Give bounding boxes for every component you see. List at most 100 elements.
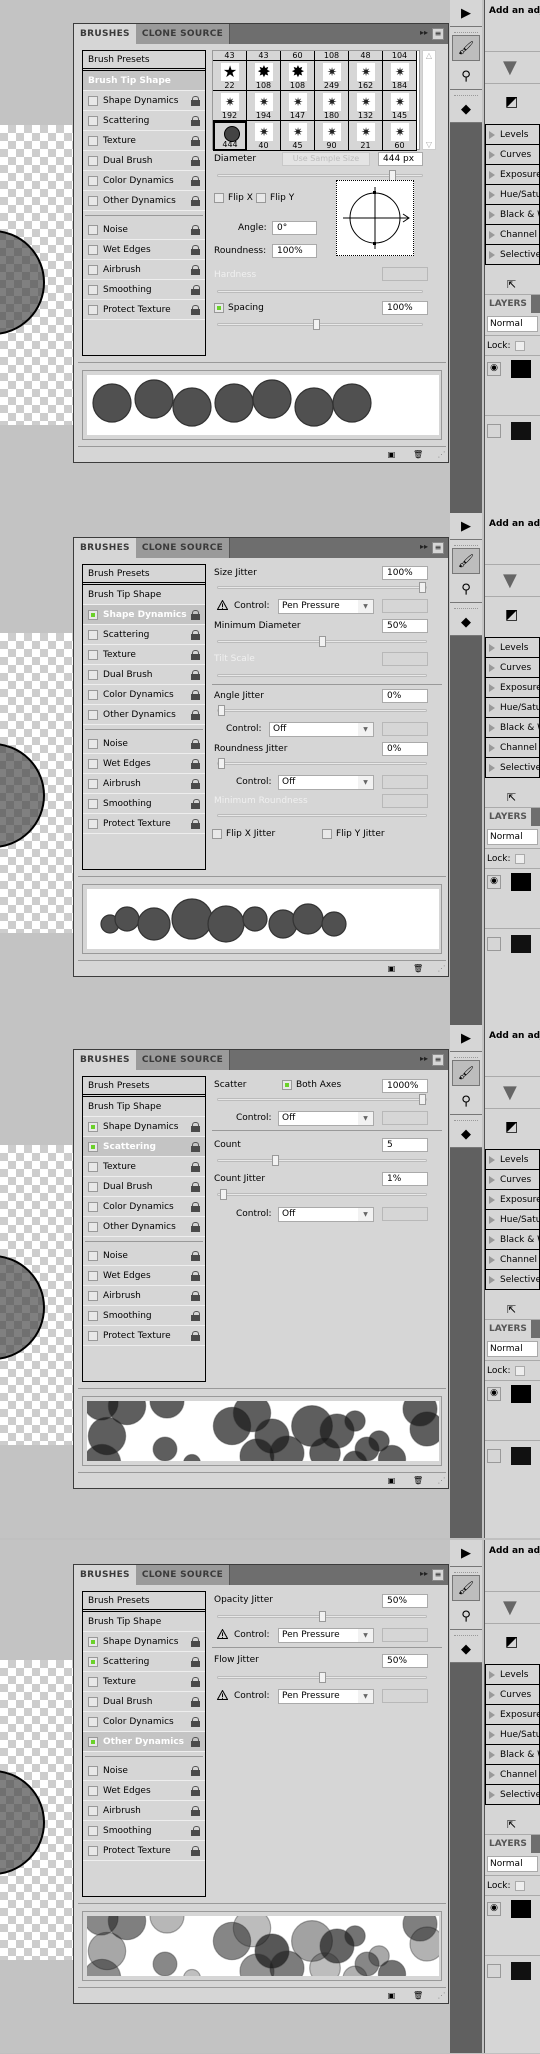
expand-triangle-icon[interactable] <box>489 170 495 179</box>
roundness-jitter-slider-thumb[interactable] <box>218 758 225 769</box>
return-icon[interactable]: ⇱ <box>485 1290 540 1320</box>
gradient-icon[interactable]: ▼ <box>485 1592 540 1624</box>
roundness-input[interactable]: 100% <box>272 244 317 258</box>
scatter-slider-thumb[interactable] <box>419 1094 426 1105</box>
layer-row[interactable] <box>485 1955 540 1995</box>
return-icon[interactable]: ⇱ <box>485 265 540 295</box>
option-dual-brush[interactable]: Dual Brush <box>83 1692 205 1712</box>
angle-jitter-slider[interactable] <box>217 705 427 716</box>
brush-tip-cell[interactable]: ✷ 60 <box>383 121 417 151</box>
option-checkbox[interactable] <box>88 1201 98 1212</box>
layer-row[interactable]: ◉ <box>485 1895 540 1955</box>
expand-triangle-icon[interactable] <box>489 150 495 159</box>
option-brush-tip-shape[interactable]: Brush Tip Shape <box>83 585 205 605</box>
resize-grip-icon[interactable]: ⋰ <box>437 450 446 460</box>
tab-layers[interactable]: LAYERS <box>485 808 531 826</box>
brush-tip-cell[interactable]: ★ 22 <box>213 61 247 91</box>
adjustment-item[interactable]: Channel Mixer <box>485 738 540 758</box>
lock-open-icon[interactable] <box>191 1271 200 1281</box>
option-checkbox[interactable] <box>88 1221 98 1232</box>
lock-closed-icon[interactable] <box>191 1826 200 1836</box>
resize-grip-icon[interactable]: ⋰ <box>437 1476 446 1486</box>
visibility-toggle[interactable] <box>487 937 501 951</box>
option-wet-edges[interactable]: Wet Edges <box>83 1266 205 1286</box>
brush-tip-cell[interactable]: ✷ 249 <box>315 61 349 91</box>
brush-presets-button[interactable]: Brush Presets <box>83 1077 205 1097</box>
new-preset-icon[interactable]: ▣ <box>387 1476 396 1486</box>
lock-open-icon[interactable] <box>191 610 200 620</box>
option-checkbox[interactable] <box>88 1250 98 1261</box>
option-checkbox[interactable] <box>88 1736 98 1747</box>
clone-source-icon[interactable]: ⚲ <box>450 576 482 602</box>
layer-row[interactable]: ◉ <box>485 1380 540 1440</box>
option-shape-dynamics[interactable]: Shape Dynamics <box>83 91 205 111</box>
expand-triangle-icon[interactable] <box>489 1710 495 1719</box>
scatter-control-dropdown[interactable]: Off ▼ <box>278 1111 374 1126</box>
double-arrow-icon[interactable]: ▸▸ <box>420 542 428 554</box>
chevron-down-icon[interactable]: ▼ <box>358 1112 373 1125</box>
expand-triangle-icon[interactable] <box>489 1750 495 1759</box>
actions-play-icon[interactable]: ▶ <box>450 1025 482 1051</box>
chevron-down-icon[interactable]: ▼ <box>358 1690 373 1703</box>
option-airbrush[interactable]: Airbrush <box>83 1801 205 1821</box>
option-checkbox[interactable] <box>88 778 98 789</box>
clone-source-icon[interactable]: ⚲ <box>450 1603 482 1629</box>
lock-open-icon[interactable] <box>191 176 200 186</box>
option-checkbox[interactable] <box>88 1161 98 1172</box>
option-texture[interactable]: Texture <box>83 1157 205 1177</box>
layer-row[interactable] <box>485 415 540 455</box>
option-checkbox[interactable] <box>88 1656 98 1667</box>
option-texture[interactable]: Texture <box>83 1672 205 1692</box>
expand-triangle-icon[interactable] <box>489 743 495 752</box>
option-checkbox[interactable] <box>88 1716 98 1727</box>
blend-mode-dropdown[interactable]: Normal <box>487 1341 538 1357</box>
expand-triangle-icon[interactable] <box>489 1690 495 1699</box>
diameter-input[interactable]: 444 px <box>378 152 423 166</box>
flow-control-dropdown[interactable]: Pen Pressure ▼ <box>278 1689 374 1704</box>
option-checkbox[interactable] <box>88 1696 98 1707</box>
opacity-jitter-input[interactable]: 50% <box>382 1594 428 1608</box>
minimum-diameter-slider[interactable] <box>217 636 427 647</box>
preset-adjust-icon[interactable]: ◩ <box>485 597 540 633</box>
option-checkbox[interactable] <box>88 155 98 166</box>
resize-grip-icon[interactable]: ⋰ <box>437 964 446 974</box>
expand-triangle-icon[interactable] <box>489 1195 495 1204</box>
document-canvas[interactable] <box>0 1145 75 1445</box>
option-brush-tip-shape[interactable]: Brush Tip Shape <box>83 1097 205 1117</box>
preset-adjust-icon[interactable]: ◩ <box>485 84 540 120</box>
lock-open-icon[interactable] <box>191 1142 200 1152</box>
layer-row[interactable]: ◉ <box>485 355 540 415</box>
adjustment-item[interactable]: Black & White <box>485 1745 540 1765</box>
lock-open-icon[interactable] <box>191 1202 200 1212</box>
lock-open-icon[interactable] <box>191 196 200 206</box>
option-smoothing[interactable]: Smoothing <box>83 280 205 300</box>
brush-tip-cell[interactable]: ✷ 194 <box>247 91 281 121</box>
lock-open-icon[interactable] <box>191 1162 200 1172</box>
new-preset-icon[interactable]: ▣ <box>387 1991 396 2001</box>
lock-open-icon[interactable] <box>191 1251 200 1261</box>
trash-icon[interactable]: 🗑 <box>413 1991 423 2001</box>
option-protect-texture[interactable]: Protect Texture <box>83 1326 205 1346</box>
chevron-down-icon[interactable]: ▼ <box>358 600 373 613</box>
option-smoothing[interactable]: Smoothing <box>83 794 205 814</box>
chevron-down-icon[interactable]: ▼ <box>358 1208 373 1221</box>
drag-grip[interactable] <box>454 1567 478 1573</box>
visibility-toggle[interactable] <box>487 424 501 438</box>
option-scattering[interactable]: Scattering <box>83 625 205 645</box>
brush-tip-cell[interactable]: ✷ 132 <box>349 91 383 121</box>
double-arrow-icon[interactable]: ▸▸ <box>420 1054 428 1066</box>
option-checkbox[interactable] <box>88 798 98 809</box>
chevron-down-icon[interactable]: ▼ <box>358 776 373 789</box>
lock-open-icon[interactable] <box>191 265 200 275</box>
lock-open-icon[interactable] <box>191 1717 200 1727</box>
option-checkbox[interactable] <box>88 1310 98 1321</box>
actions-play-icon[interactable]: ▶ <box>450 0 482 26</box>
clone-source-icon[interactable]: ⚲ <box>450 63 482 89</box>
brush-tip-cell[interactable]: 108 <box>315 51 349 61</box>
visibility-toggle[interactable] <box>487 1449 501 1463</box>
spacing-slider-thumb[interactable] <box>313 319 320 330</box>
layer-row[interactable] <box>485 928 540 968</box>
option-checkbox[interactable] <box>88 95 98 106</box>
blend-mode-dropdown[interactable]: Normal <box>487 316 538 332</box>
adjustment-item[interactable]: Exposure <box>485 678 540 698</box>
